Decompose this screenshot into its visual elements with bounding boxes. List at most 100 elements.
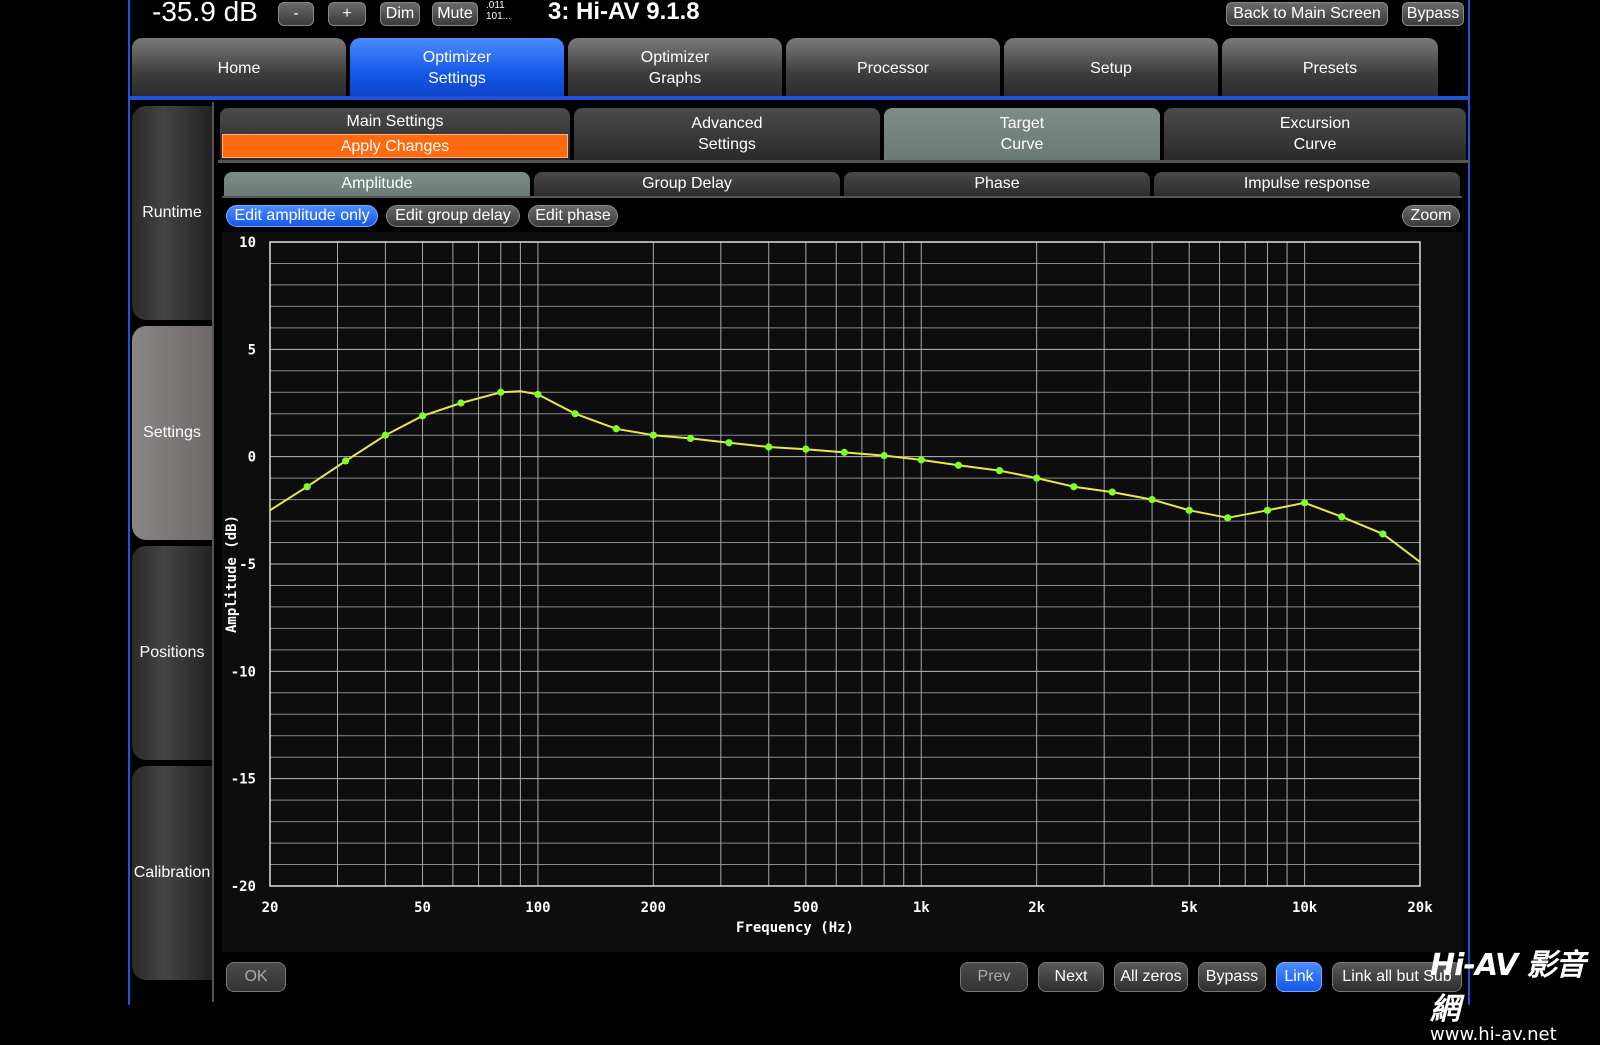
tab-processor[interactable]: Processor xyxy=(786,38,1000,98)
ok-button[interactable]: OK xyxy=(226,962,286,992)
curve-control-point xyxy=(686,434,695,443)
curve-control-point xyxy=(802,445,810,453)
x-tick-label: 10k xyxy=(1292,900,1318,916)
sidebar-item-settings-label: Settings xyxy=(143,424,201,441)
tab-phase[interactable]: Phase xyxy=(844,172,1150,196)
edit-amplitude-only-button[interactable]: Edit amplitude only xyxy=(226,205,378,227)
x-tick-label: 20 xyxy=(262,900,279,916)
curve-control-point xyxy=(995,467,1004,475)
tab-optimizer-settings-label: Optimizer Settings xyxy=(423,47,491,89)
tab-home[interactable]: Home xyxy=(132,38,346,98)
tab-group-delay[interactable]: Group Delay xyxy=(534,172,840,196)
tab-presets[interactable]: Presets xyxy=(1222,38,1438,98)
next-button[interactable]: Next xyxy=(1038,962,1104,992)
graph-tab-divider xyxy=(222,196,1462,198)
curve-control-point xyxy=(571,410,579,418)
curve-control-point xyxy=(1301,499,1309,507)
subtab-divider xyxy=(218,160,1470,163)
curve-control-point xyxy=(497,388,505,396)
x-tick-label: 2k xyxy=(1028,900,1045,916)
edit-group-delay-button[interactable]: Edit group delay xyxy=(386,205,520,227)
x-tick-label: 1k xyxy=(913,900,930,916)
curve-control-point xyxy=(954,461,963,469)
tab-processor-label: Processor xyxy=(856,59,930,77)
dim-button[interactable]: Dim xyxy=(380,2,420,26)
tab-optimizer-settings[interactable]: Optimizer Settings xyxy=(350,38,564,98)
watermark-logo: Hi-AV 影音網 xyxy=(1430,948,1586,1027)
bypass-top-button[interactable]: Bypass xyxy=(1402,2,1464,26)
y-tick-label: -15 xyxy=(231,772,256,788)
volume-down-button[interactable]: - xyxy=(278,2,314,26)
curve-control-point xyxy=(840,448,848,456)
tab-setup-label: Setup xyxy=(1090,59,1132,77)
amplitude-chart-svg[interactable]: 1050-5-10-15-2020 50 100 200 500 1k 2k 5k 10k 20k… xyxy=(222,232,1462,952)
x-tick-label: 50 xyxy=(414,900,431,916)
tab-presets-label: Presets xyxy=(1302,59,1358,77)
tab-optimizer-graphs-line2: Graphs xyxy=(648,70,702,87)
tab-advanced-settings[interactable]: Advanced Settings xyxy=(574,108,880,160)
tab-advanced-settings-line2: Settings xyxy=(698,136,756,153)
status-bar: -35.9 dB - + Dim Mute .011 101... 3: Hi-… xyxy=(128,0,1470,34)
tab-main-settings-label: Main Settings xyxy=(346,112,444,130)
tab-setup[interactable]: Setup xyxy=(1004,38,1218,98)
link-button[interactable]: Link xyxy=(1276,962,1322,992)
mute-button[interactable]: Mute xyxy=(432,2,478,26)
curve-control-point xyxy=(342,457,350,465)
curve-control-point xyxy=(381,431,389,439)
watermark: Hi-AV 影音網 www.hi-av.net xyxy=(1430,940,1600,1045)
sidebar-item-runtime[interactable]: Runtime xyxy=(132,106,212,320)
curve-control-point xyxy=(1379,530,1387,538)
tab-excursion-curve[interactable]: Excursion Curve xyxy=(1164,108,1466,160)
edit-phase-button[interactable]: Edit phase xyxy=(528,205,618,227)
apply-changes-button[interactable]: Apply Changes xyxy=(222,133,568,158)
signal-indicator: .011 101... xyxy=(486,0,511,22)
tab-target-curve[interactable]: Target Curve xyxy=(884,108,1160,160)
tab-optimizer-graphs-label: Optimizer Graphs xyxy=(641,47,709,89)
curve-control-point xyxy=(649,431,657,439)
curve-control-point xyxy=(1108,488,1116,496)
volume-readout: -35.9 dB xyxy=(152,0,258,27)
curve-control-point xyxy=(725,439,733,447)
tab-excursion-curve-line2: Curve xyxy=(1293,136,1337,153)
y-axis-label: Amplitude (dB) xyxy=(224,515,240,633)
tab-impulse-response[interactable]: Impulse response xyxy=(1154,172,1460,196)
tab-optimizer-graphs[interactable]: Optimizer Graphs xyxy=(568,38,782,98)
sidebar-item-settings[interactable]: Settings xyxy=(132,326,212,540)
sidebar-item-positions[interactable]: Positions xyxy=(132,546,212,760)
amplitude-chart[interactable]: 10 5 0 -5 -10 -15 -20 20 50 100 200 500 1k 2k 5k 10k 20k… xyxy=(222,232,1462,952)
y-tick-label: -5 xyxy=(239,557,256,573)
x-tick-label: 100 xyxy=(525,900,550,916)
y-tick-label: 5 xyxy=(248,342,256,358)
all-zeros-button[interactable]: All zeros xyxy=(1114,962,1188,992)
curve-control-point xyxy=(765,443,773,451)
tab-underline xyxy=(128,96,1470,100)
curve-control-point xyxy=(1338,513,1346,521)
sidebar-item-calibration[interactable]: Calibration xyxy=(132,766,212,980)
curve-control-point xyxy=(534,390,542,399)
y-tick-label: -10 xyxy=(231,664,256,680)
signal-indicator-line2: 101... xyxy=(486,11,512,22)
tab-amplitude[interactable]: Amplitude xyxy=(224,172,530,196)
curve-control-point xyxy=(457,399,465,407)
tab-optimizer-settings-line1: Optimizer xyxy=(422,49,492,66)
sidebar-item-positions-label: Positions xyxy=(139,644,205,661)
tab-home-label: Home xyxy=(217,59,261,77)
tab-main-settings[interactable]: Main Settings Apply Changes xyxy=(220,108,570,160)
sidebar-item-runtime-label: Runtime xyxy=(142,204,202,221)
tab-target-curve-line2: Curve xyxy=(1000,136,1044,153)
curve-control-point xyxy=(917,456,925,464)
zoom-button[interactable]: Zoom xyxy=(1402,205,1460,227)
curve-control-point xyxy=(1070,483,1078,491)
sidebar-item-calibration-label: Calibration xyxy=(133,864,211,881)
volume-up-button[interactable]: + xyxy=(328,2,366,26)
curve-control-point xyxy=(1263,506,1272,514)
curve-control-point xyxy=(303,483,311,491)
y-tick-label: 10 xyxy=(239,235,256,251)
back-to-main-screen-button[interactable]: Back to Main Screen xyxy=(1226,2,1388,26)
prev-button[interactable]: Prev xyxy=(960,962,1028,992)
tab-excursion-curve-line1: Excursion xyxy=(1279,115,1351,132)
device-title: 3: Hi-AV 9.1.8 xyxy=(548,0,700,25)
bypass-bottom-button[interactable]: Bypass xyxy=(1198,962,1266,992)
curve-control-point xyxy=(1148,496,1156,504)
curve-control-point xyxy=(418,412,427,420)
